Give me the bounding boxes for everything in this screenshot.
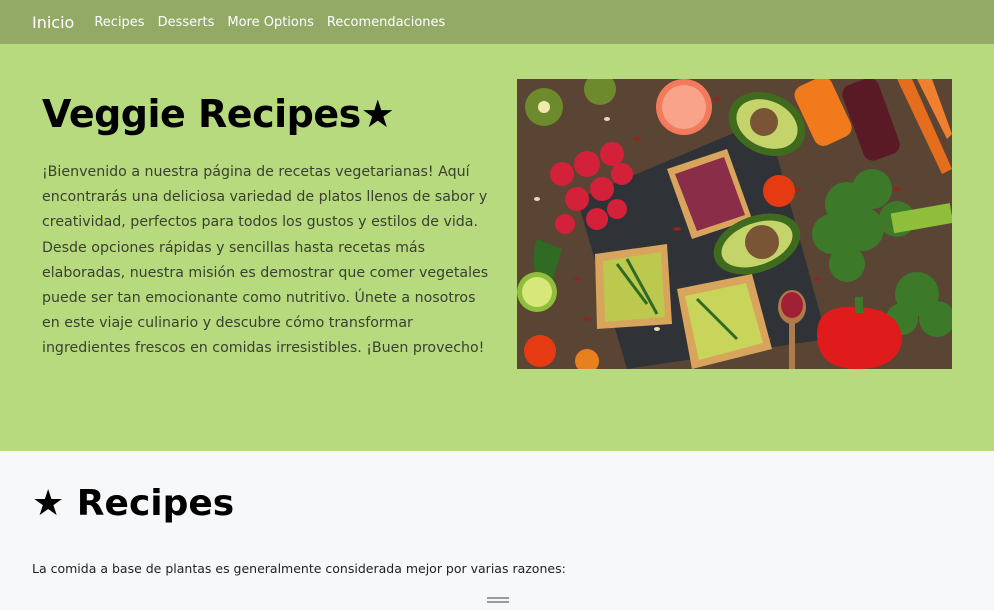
recipes-section-intro: La comida a base de plantas es generalme… [32,561,566,576]
hero-title: Veggie Recipes★ [42,92,395,136]
nav-link-desserts[interactable]: Desserts [158,15,215,30]
drag-handle-icon[interactable] [487,597,509,603]
hero-section: Veggie Recipes★ ¡Bienvenido a nuestra pá… [0,44,994,451]
nav-link-more-options[interactable]: More Options [227,15,314,30]
nav-brand-link[interactable]: Inicio [32,13,74,32]
nav-link-recipes[interactable]: Recipes [94,15,144,30]
nav-link-recomendaciones[interactable]: Recomendaciones [327,15,445,30]
recipes-section: ★ Recipes La comida a base de plantas es… [0,451,994,610]
recipes-section-title: ★ Recipes [32,483,235,524]
hero-description: ¡Bienvenido a nuestra página de recetas … [42,164,489,357]
hero-vegetables-image [517,79,952,369]
navbar: Inicio Recipes Desserts More Options Rec… [0,0,994,44]
